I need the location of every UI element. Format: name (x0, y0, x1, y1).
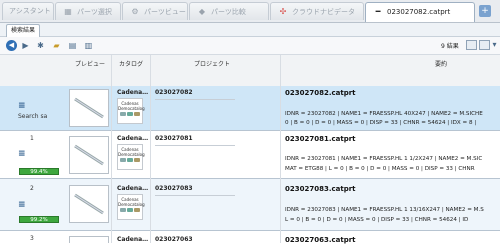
catalog-logo-text: Cadenas Democatalog (118, 197, 145, 207)
tab-label: パーツ比較 (211, 8, 246, 16)
part-preview-image[interactable] (69, 185, 109, 223)
row-number: 2 (30, 185, 34, 192)
column-summary[interactable]: 要約 (435, 59, 447, 68)
summary-line-1[interactable]: IDNR = 23027083 | NAME1 = FRAESSP.HL 1 1… (285, 206, 500, 215)
results-header: プレビュー カタログ プロジェクト 要約 (0, 55, 500, 87)
tab-assistant[interactable]: アシスタント (2, 2, 54, 20)
back-icon[interactable]: ◀ (6, 40, 17, 51)
project-divider (155, 99, 235, 100)
cloud-icon: ✣ (279, 7, 287, 16)
chevron-down-icon[interactable]: ▾ (489, 39, 500, 50)
tab-cloud-navi-data[interactable]: ✣ クラウドナビデータ (270, 2, 364, 20)
row-menu-icon[interactable]: ≡ (18, 102, 26, 111)
list-view-icon[interactable] (466, 40, 477, 50)
catalog-name: Cadena… (117, 135, 149, 142)
table-row[interactable]: ≡ Search sa Cadena… Cadenas Democatalog … (0, 86, 500, 131)
column-divider (150, 86, 151, 243)
tab-active-part[interactable]: ━ 023027082.catprt (365, 2, 475, 22)
tab-label: クラウドナビデータ (292, 8, 355, 16)
folder-icon[interactable]: ▰ (51, 40, 62, 51)
project-id: 023027063 (155, 236, 193, 243)
catalog-logo[interactable]: Cadenas Democatalog (117, 194, 145, 220)
file-name: 023027081.catprt (285, 135, 356, 143)
summary-line-2[interactable]: 0 | B = 0 | D = 0 | MASS = 0 | DISP = 33… (285, 119, 500, 128)
export-icon[interactable]: ▤ (67, 40, 78, 51)
summary-line-2[interactable]: MAT = ETG88 | L = 0 | B = 0 | D = 0 | MA… (285, 165, 500, 174)
catalog-logo-text: Cadenas Democatalog (118, 101, 145, 111)
row-number: 1 (30, 135, 34, 142)
gear-icon: ⚙ (131, 7, 139, 16)
project-id: 023027082 (155, 89, 193, 96)
grid-icon: ▦ (64, 7, 72, 16)
project-id: 023027081 (155, 135, 193, 142)
part-thumbnail (74, 97, 104, 119)
match-score-badge: 99.4% (19, 168, 59, 175)
catalog-logo[interactable]: Cadenas Democatalog (117, 144, 145, 170)
column-divider (280, 86, 281, 243)
catalog-name: Cadena… (117, 89, 149, 96)
part-preview-image[interactable] (69, 236, 109, 243)
file-name: 023027083.catprt (285, 185, 356, 193)
tab-label: パーツ選択 (77, 8, 112, 16)
project-id: 023027083 (155, 185, 193, 192)
catalog-name: Cadena… (117, 185, 149, 192)
toolbar: ◀ ▶ ✱ ▰ ▤ ▥ 9 結果 ▾ (0, 37, 500, 55)
tab-label: アシスタント (9, 7, 51, 15)
column-catalog[interactable]: カタログ (119, 59, 143, 68)
result-count: 9 結果 (441, 43, 459, 50)
summary-line-1[interactable]: IDNR = 23027081 | NAME1 = FRAESSP.HL 1 1… (285, 155, 500, 164)
tab-bar: アシスタント ▦ パーツ選択 ⚙ パーツビュー ◆ パーツ比較 ✣ クラウドナビデータ … (0, 0, 500, 23)
settings-icon[interactable]: ✱ (35, 40, 46, 51)
add-tab-button[interactable]: + (479, 5, 491, 17)
part-preview-image[interactable] (69, 136, 109, 174)
catalog-logo-text: Cadenas Democatalog (118, 147, 145, 157)
tab-label: 023027082.catprt (387, 8, 451, 16)
row-label: Search sa (18, 113, 48, 120)
column-project[interactable]: プロジェクト (194, 59, 230, 68)
tab-label: パーツビュー (144, 8, 186, 16)
tab-part-selection[interactable]: ▦ パーツ選択 (55, 2, 121, 20)
filter-icon[interactable]: ▥ (83, 40, 94, 51)
column-divider (111, 86, 112, 243)
part-icon: ━ (375, 7, 381, 16)
column-preview[interactable]: プレビュー (75, 59, 105, 68)
table-row[interactable]: 1 ≡ 99.4% Cadena… Cadenas Democatalog 02… (0, 131, 500, 179)
part-preview-image[interactable] (69, 89, 109, 127)
forward-icon[interactable]: ▶ (20, 40, 31, 51)
table-row[interactable]: 2 ≡ 99.2% Cadena… Cadenas Democatalog 02… (0, 179, 500, 231)
column-divider[interactable] (280, 55, 281, 86)
subtab-bar: 検索結果 (0, 23, 500, 37)
table-row[interactable]: 3 Cadena… 023027063 023027063.catprt (0, 231, 500, 244)
row-menu-icon[interactable]: ≡ (18, 201, 26, 210)
tab-part-view[interactable]: ⚙ パーツビュー (122, 2, 188, 20)
column-divider[interactable] (111, 55, 112, 86)
summary-line-2[interactable]: L = 0 | B = 0 | D = 0 | MASS = 0 | DISP … (285, 216, 500, 225)
row-number: 3 (30, 235, 34, 242)
project-divider (155, 195, 235, 196)
row-menu-icon[interactable]: ≡ (18, 150, 26, 159)
catalog-name: Cadena… (117, 236, 149, 243)
project-divider (155, 145, 235, 146)
tab-search-results[interactable]: 検索結果 (6, 24, 41, 37)
column-divider[interactable] (150, 55, 151, 86)
file-name: 023027082.catprt (285, 89, 356, 97)
summary-line-1[interactable]: IDNR = 23027082 | NAME1 = FRAESSP.HL 40X… (285, 110, 500, 119)
part-thumbnail (74, 193, 104, 215)
tab-part-compare[interactable]: ◆ パーツ比較 (189, 2, 269, 20)
part-thumbnail (74, 144, 104, 166)
match-score-badge: 99.2% (19, 216, 59, 223)
catalog-logo[interactable]: Cadenas Democatalog (117, 98, 145, 124)
compare-icon: ◆ (198, 7, 206, 16)
